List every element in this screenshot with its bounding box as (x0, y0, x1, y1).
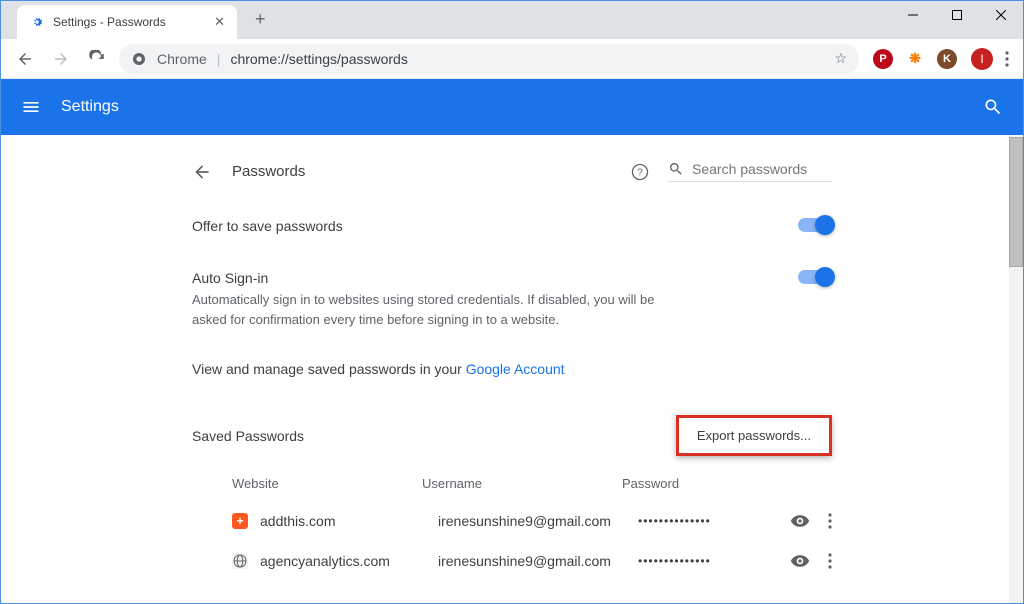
tab-strip: Settings - Passwords ✕ + (1, 1, 272, 39)
scrollbar-thumb[interactable] (1009, 137, 1023, 267)
settings-title: Settings (61, 98, 119, 116)
auto-signin-label: Auto Sign-in (192, 270, 692, 286)
profile-avatar[interactable]: I (971, 48, 993, 70)
content-area: Settings Passwords ? (1, 79, 1023, 603)
close-tab-button[interactable]: ✕ (214, 14, 225, 30)
offer-save-toggle[interactable] (798, 218, 832, 232)
chrome-icon (131, 51, 147, 67)
passwords-card: Passwords ? Offer to save passwords (192, 153, 832, 603)
export-menu-highlight: Export passwords... (676, 415, 832, 456)
bookmark-star-icon[interactable]: ☆ (834, 50, 847, 67)
extension-icon[interactable]: ❋ (905, 49, 925, 69)
pinterest-extension-icon[interactable]: P (873, 49, 893, 69)
browser-toolbar: Chrome | chrome://settings/passwords ☆ P… (1, 39, 1023, 79)
browser-tab[interactable]: Settings - Passwords ✕ (17, 5, 237, 39)
offer-save-row: Offer to save passwords (192, 200, 832, 252)
site-favicon: + (232, 513, 248, 529)
site-name[interactable]: addthis.com (260, 513, 438, 529)
password-table-header: Website Username Password (192, 466, 832, 501)
svg-text:?: ? (637, 167, 643, 178)
saved-passwords-header: Saved Passwords Export passwords... (192, 391, 832, 466)
titlebar: Settings - Passwords ✕ + (1, 1, 1023, 39)
saved-passwords-title: Saved Passwords (192, 428, 304, 444)
scrollbar-track[interactable] (1009, 135, 1023, 603)
col-username: Username (422, 476, 622, 491)
nav-back-button[interactable] (11, 45, 39, 73)
search-passwords-input[interactable] (692, 161, 832, 177)
search-icon[interactable] (983, 97, 1003, 117)
address-bar[interactable]: Chrome | chrome://settings/passwords ☆ (119, 44, 859, 74)
show-password-button[interactable] (790, 551, 810, 571)
url-text: chrome://settings/passwords (230, 51, 407, 67)
auto-signin-row: Auto Sign-in Automatically sign in to we… (192, 252, 832, 347)
row-menu-button[interactable] (828, 553, 832, 569)
google-account-info: View and manage saved passwords in your … (192, 347, 832, 391)
tab-title: Settings - Passwords (53, 15, 166, 29)
settings-header: Settings (1, 79, 1023, 135)
reload-button[interactable] (83, 45, 111, 73)
omnibox-divider: | (217, 51, 221, 67)
minimize-button[interactable] (891, 1, 935, 29)
close-window-button[interactable] (979, 1, 1023, 29)
browser-menu-button[interactable] (1001, 47, 1013, 71)
row-menu-button[interactable] (828, 513, 832, 529)
auto-signin-toggle[interactable] (798, 270, 832, 284)
password-row: + addthis.comirenesunshine9@gmail.com••••… (192, 501, 832, 541)
new-tab-button[interactable]: + (249, 7, 272, 32)
site-favicon (232, 553, 248, 569)
search-icon (668, 161, 684, 177)
auto-signin-description: Automatically sign in to websites using … (192, 290, 692, 329)
menu-icon[interactable] (21, 97, 41, 117)
nav-forward-button[interactable] (47, 45, 75, 73)
site-name[interactable]: agencyanalytics.com (260, 553, 438, 569)
username: irenesunshine9@gmail.com (438, 553, 638, 569)
export-passwords-button[interactable]: Export passwords... (679, 418, 829, 453)
extension-icons: P ❋ K (867, 49, 963, 69)
card-header: Passwords ? (192, 153, 832, 200)
username: irenesunshine9@gmail.com (438, 513, 638, 529)
google-account-link[interactable]: Google Account (466, 361, 565, 377)
password-rows: +addthis.comirenesunshine9@gmail.com••••… (192, 501, 832, 581)
search-passwords-box[interactable] (668, 161, 832, 182)
gear-icon (29, 14, 45, 30)
page-title: Passwords (232, 163, 305, 180)
window-controls (891, 1, 1023, 29)
protocol-label: Chrome (157, 51, 207, 67)
browser-window: Settings - Passwords ✕ + Chrome | chrome… (0, 0, 1024, 604)
password-row: agencyanalytics.comirenesunshine9@gmail.… (192, 541, 832, 581)
settings-page: Settings Passwords ? (1, 79, 1023, 603)
password-mask: •••••••••••••• (638, 554, 780, 568)
offer-save-label: Offer to save passwords (192, 218, 343, 234)
maximize-button[interactable] (935, 1, 979, 29)
extension-icon-k[interactable]: K (937, 49, 957, 69)
help-icon[interactable]: ? (630, 162, 650, 182)
back-button[interactable] (192, 162, 212, 182)
col-website: Website (232, 476, 422, 491)
show-password-button[interactable] (790, 511, 810, 531)
page-body: Passwords ? Offer to save passwords (1, 135, 1023, 603)
col-password: Password (622, 476, 832, 491)
password-mask: •••••••••••••• (638, 514, 780, 528)
